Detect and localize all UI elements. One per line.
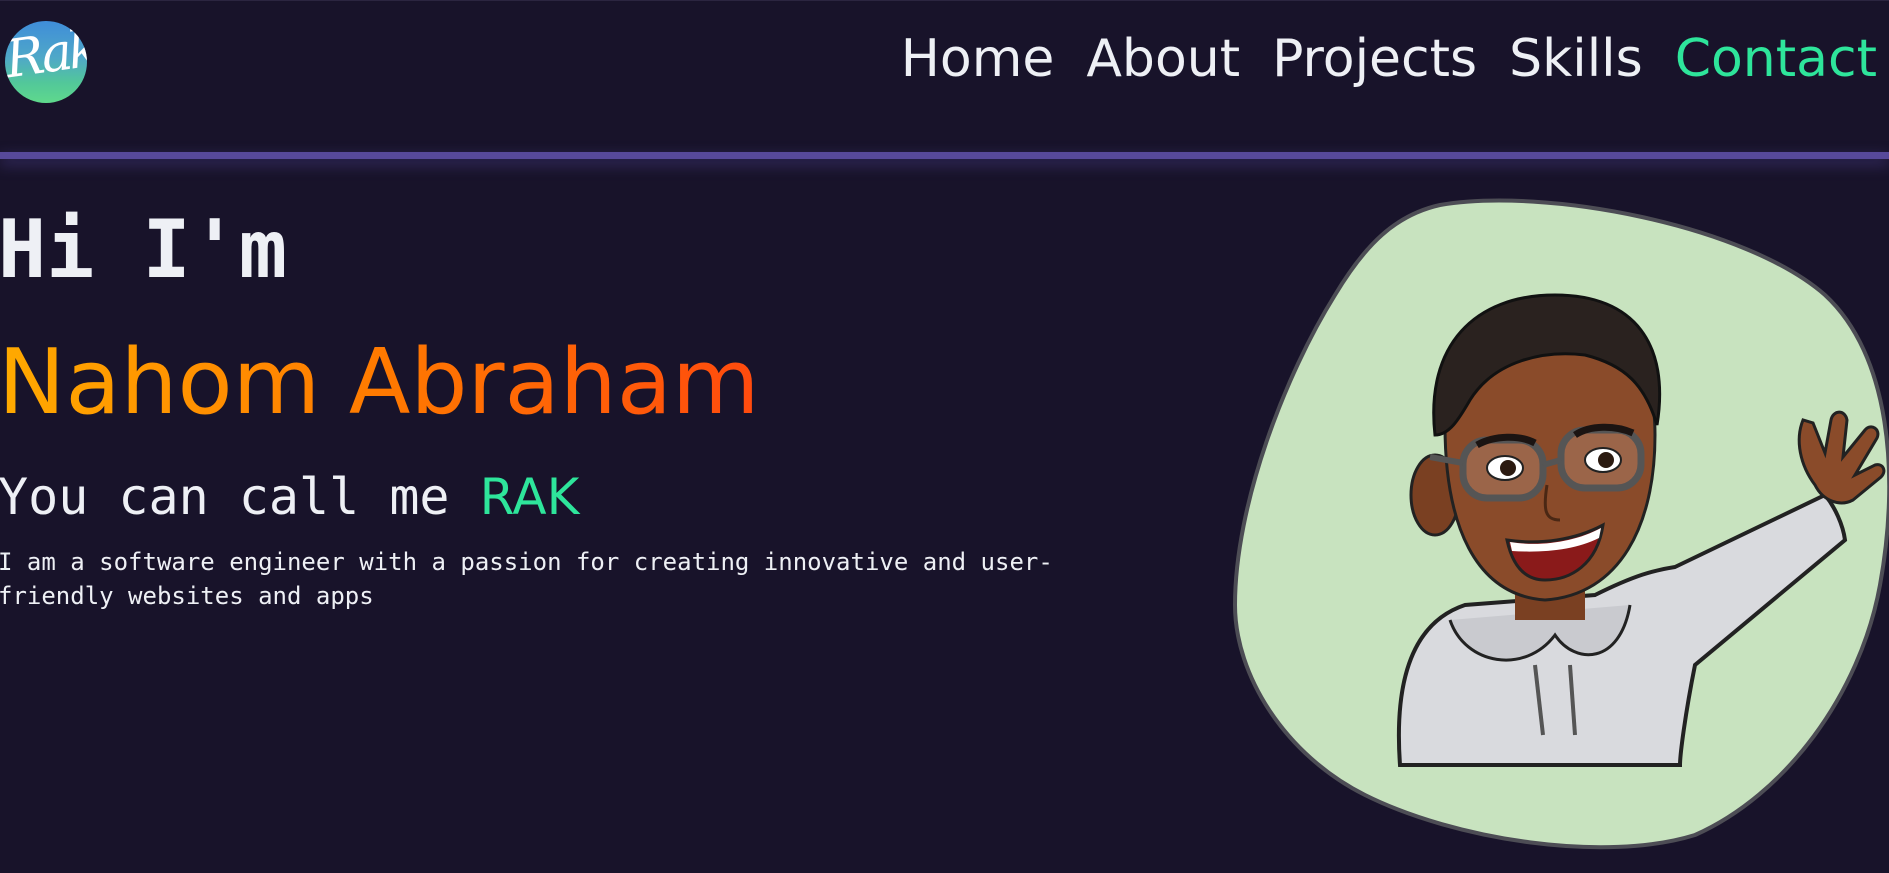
tagline-prefix: You can call me <box>0 468 450 526</box>
nav-about[interactable]: About <box>1086 23 1240 95</box>
logo[interactable]: Rak <box>5 21 87 103</box>
nav-contact[interactable]: Contact <box>1675 23 1877 95</box>
hero-name: Nahom Abraham <box>0 328 760 438</box>
hero-nickname: RAK <box>479 468 580 526</box>
avatar-container <box>1225 195 1889 850</box>
nav-home[interactable]: Home <box>901 23 1055 95</box>
nav-links: Home About Projects Skills Contact <box>901 23 1877 95</box>
hero-tagline: You can call me RAK <box>0 462 579 532</box>
waving-avatar-icon <box>1232 198 1889 850</box>
hero-description: I am a software engineer with a passion … <box>0 548 1053 610</box>
nav-divider <box>0 152 1889 159</box>
logo-text: Rak <box>5 21 87 91</box>
nav-projects[interactable]: Projects <box>1272 23 1477 95</box>
hero-greeting: Hi I'm <box>0 203 287 296</box>
navbar: Rak Home About Projects Skills Contact <box>0 0 1889 153</box>
nav-skills[interactable]: Skills <box>1509 23 1643 95</box>
